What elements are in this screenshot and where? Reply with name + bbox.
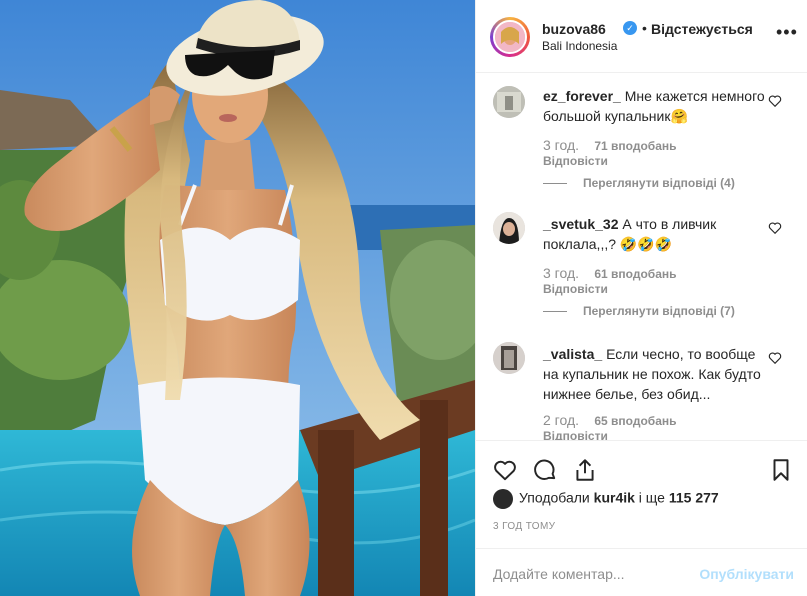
comment-text: _valista_ Если чесно, то вообще на купал… [543, 344, 765, 404]
comment-meta: 2 год. 65 вподобань [543, 412, 677, 428]
comments-list[interactable]: ez_forever_ Мне кажется немного большой … [476, 74, 807, 440]
verified-badge-icon: ✓ [623, 21, 637, 35]
bookmark-icon[interactable] [768, 457, 794, 483]
comment-username[interactable]: _svetuk_32 [543, 216, 619, 232]
view-replies-button[interactable]: Переглянути відповіді (7) [543, 304, 735, 318]
reply-button[interactable]: Відповісти [543, 282, 608, 296]
heart-outline-icon[interactable] [768, 94, 782, 108]
avatar-illustration [495, 22, 525, 52]
avatar-illustration [493, 342, 525, 374]
instagram-post: buzova86 ✓ • Відстежується Bali Indonesi… [0, 0, 807, 596]
comment-time[interactable]: 2 год. [543, 412, 579, 428]
heart-icon[interactable] [492, 457, 518, 483]
view-replies-label: Переглянути відповіді (4) [583, 176, 735, 190]
post-actions: Уподобали kur4ik і ще 115 277 3 ГОД ТОМУ [476, 440, 807, 552]
view-replies-label: Переглянути відповіді (7) [583, 304, 735, 318]
likes-prefix: Уподобали [519, 489, 590, 506]
comment-time[interactable]: 3 год. [543, 265, 579, 281]
following-button[interactable]: Відстежується [651, 21, 753, 37]
comment-likes[interactable]: 71 вподобань [594, 139, 676, 153]
comment-input[interactable]: Додайте коментар... [493, 566, 625, 582]
post-timestamp[interactable]: 3 ГОД ТОМУ [493, 521, 555, 532]
publish-button[interactable]: Опублікувати [699, 566, 794, 582]
location-link[interactable]: Bali Indonesia [542, 39, 617, 53]
post-header: buzova86 ✓ • Відстежується Bali Indonesi… [476, 0, 807, 73]
photo-illustration [0, 0, 475, 596]
comment-username[interactable]: _valista_ [543, 346, 602, 362]
avatar-illustration [493, 212, 525, 244]
share-icon[interactable] [572, 457, 598, 483]
commenter-avatar[interactable] [493, 86, 525, 118]
comment-username[interactable]: ez_forever_ [543, 88, 621, 104]
post-photo[interactable] [0, 0, 475, 596]
profile-avatar[interactable] [490, 17, 530, 57]
liker-avatar [493, 489, 513, 509]
comment-likes[interactable]: 61 вподобань [594, 267, 676, 281]
avatar-illustration [493, 86, 525, 118]
likes-connector: і ще [638, 489, 665, 506]
comment-bubble-icon[interactable] [532, 457, 558, 483]
separator-dot: • [642, 20, 647, 36]
likes-summary[interactable]: Уподобали kur4ik і ще 115 277 [493, 489, 719, 511]
heart-outline-icon[interactable] [768, 351, 782, 365]
likes-count[interactable]: 115 277 [669, 490, 719, 506]
divider-line [543, 183, 567, 185]
reply-button[interactable]: Відповісти [543, 429, 608, 440]
comment-meta: 3 год. 71 вподобань [543, 137, 677, 153]
reply-button[interactable]: Відповісти [543, 154, 608, 168]
username-link[interactable]: buzova86 [542, 21, 606, 37]
comment-text: ez_forever_ Мне кажется немного большой … [543, 86, 765, 126]
add-comment-bar: Додайте коментар... Опублікувати [476, 548, 807, 596]
comment-time[interactable]: 3 год. [543, 137, 579, 153]
comment-text: _svetuk_32 А что в ливчик поклала,,,? 🤣🤣… [543, 214, 765, 254]
view-replies-button[interactable]: Переглянути відповіді (4) [543, 176, 735, 190]
comment-meta: 3 год. 61 вподобань [543, 265, 677, 281]
commenter-avatar[interactable] [493, 212, 525, 244]
liker-username[interactable]: kur4ik [594, 490, 635, 506]
heart-outline-icon[interactable] [768, 221, 782, 235]
comment-likes[interactable]: 65 вподобань [594, 414, 676, 428]
commenter-avatar[interactable] [493, 342, 525, 374]
avatar-image [493, 20, 527, 54]
post-side-panel: buzova86 ✓ • Відстежується Bali Indonesi… [475, 0, 807, 596]
more-options-icon[interactable]: ••• [776, 22, 798, 43]
divider-line [543, 311, 567, 313]
